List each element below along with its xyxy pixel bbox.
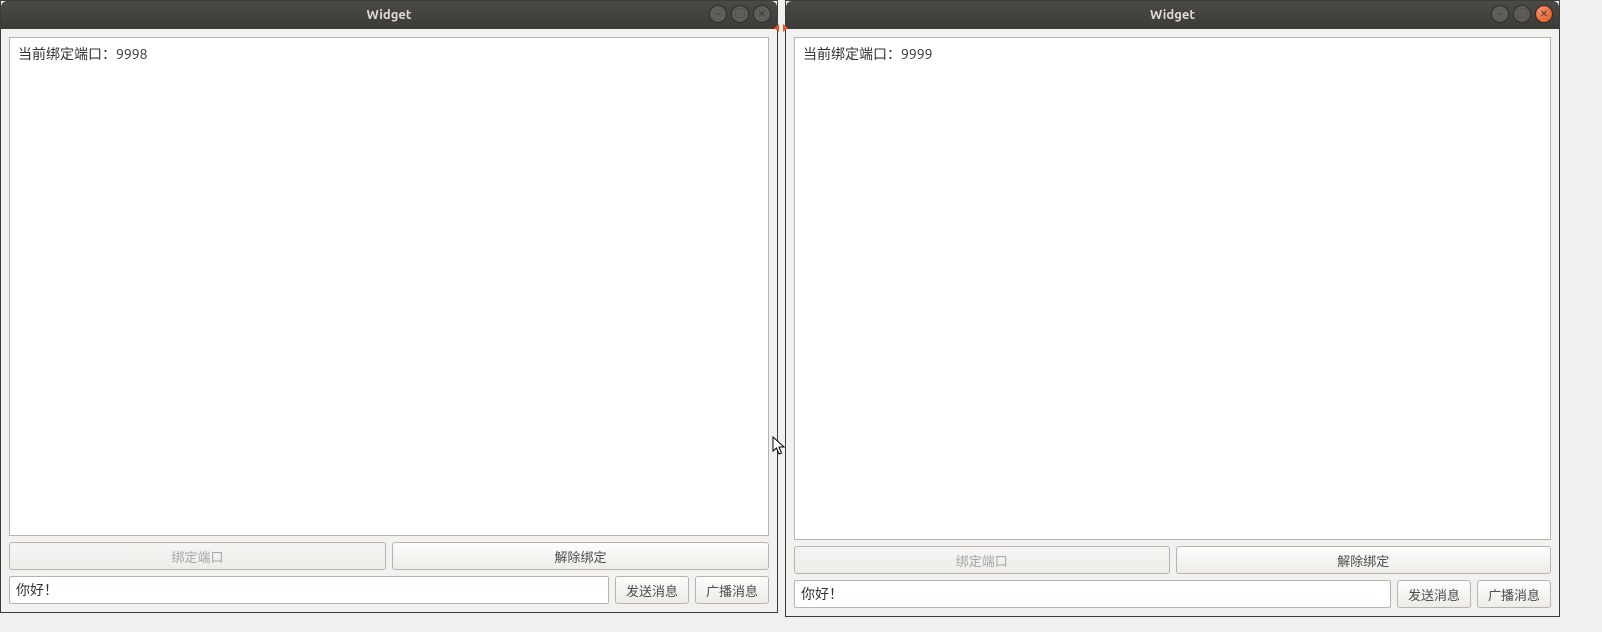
app-window-left: Widget – ▢ ✕ 当前绑定端口：9998 绑定端口 解除绑定 发送消息 …	[0, 0, 778, 613]
app-window-right: Widget – ▢ ✕ 当前绑定端口：9999 绑定端口 解除绑定 发送消息 …	[785, 0, 1560, 617]
broadcast-message-button[interactable]: 广播消息	[695, 576, 769, 604]
message-display[interactable]: 当前绑定端口：9999	[794, 37, 1551, 540]
window-title: Widget	[786, 8, 1559, 22]
window-title: Widget	[1, 8, 777, 22]
unbind-port-button[interactable]: 解除绑定	[392, 542, 769, 570]
send-message-button[interactable]: 发送消息	[1397, 580, 1471, 608]
bind-port-button: 绑定端口	[9, 542, 386, 570]
broadcast-message-button[interactable]: 广播消息	[1477, 580, 1551, 608]
maximize-icon[interactable]: ▢	[731, 5, 749, 23]
send-row: 发送消息 广播消息	[794, 580, 1551, 608]
client-area: 当前绑定端口：9998 绑定端口 解除绑定 发送消息 广播消息	[1, 29, 777, 612]
bind-button-row: 绑定端口 解除绑定	[794, 546, 1551, 574]
bind-button-row: 绑定端口 解除绑定	[9, 542, 769, 570]
maximize-icon[interactable]: ▢	[1513, 5, 1531, 23]
send-row: 发送消息 广播消息	[9, 576, 769, 604]
resize-handle-icon[interactable]	[778, 22, 784, 34]
bind-port-button: 绑定端口	[794, 546, 1170, 574]
minimize-icon[interactable]: –	[709, 5, 727, 23]
client-area: 当前绑定端口：9999 绑定端口 解除绑定 发送消息 广播消息	[786, 29, 1559, 616]
message-display[interactable]: 当前绑定端口：9998	[9, 37, 769, 536]
titlebar[interactable]: Widget – ▢ ✕	[1, 1, 777, 29]
send-message-button[interactable]: 发送消息	[615, 576, 689, 604]
window-controls: – ▢ ✕	[1491, 5, 1553, 23]
close-icon[interactable]: ✕	[753, 5, 771, 23]
window-controls: – ▢ ✕	[709, 5, 771, 23]
message-input[interactable]	[9, 576, 609, 604]
titlebar[interactable]: Widget – ▢ ✕	[786, 1, 1559, 29]
close-icon[interactable]: ✕	[1535, 5, 1553, 23]
minimize-icon[interactable]: –	[1491, 5, 1509, 23]
message-input[interactable]	[794, 580, 1391, 608]
unbind-port-button[interactable]: 解除绑定	[1176, 546, 1552, 574]
